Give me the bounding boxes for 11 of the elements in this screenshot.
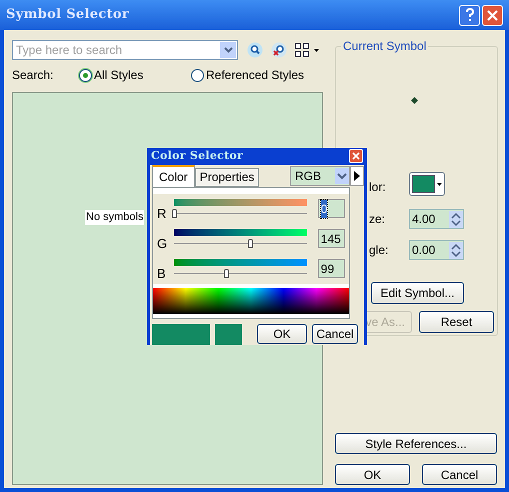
empty-list-message: No symbols: [85, 210, 144, 225]
field-label: lor:: [369, 180, 386, 194]
channel-label: R: [157, 204, 168, 223]
group-title: Current Symbol: [341, 39, 428, 53]
channel-label: B: [157, 264, 167, 283]
search-scope-label: Search:: [12, 67, 54, 84]
channel-label: G: [157, 234, 168, 253]
field-label: ze:: [369, 212, 386, 226]
field-label: gle:: [369, 243, 388, 257]
window-title: Symbol Selector: [6, 6, 130, 24]
dialog-title: Color Selector: [151, 148, 244, 164]
